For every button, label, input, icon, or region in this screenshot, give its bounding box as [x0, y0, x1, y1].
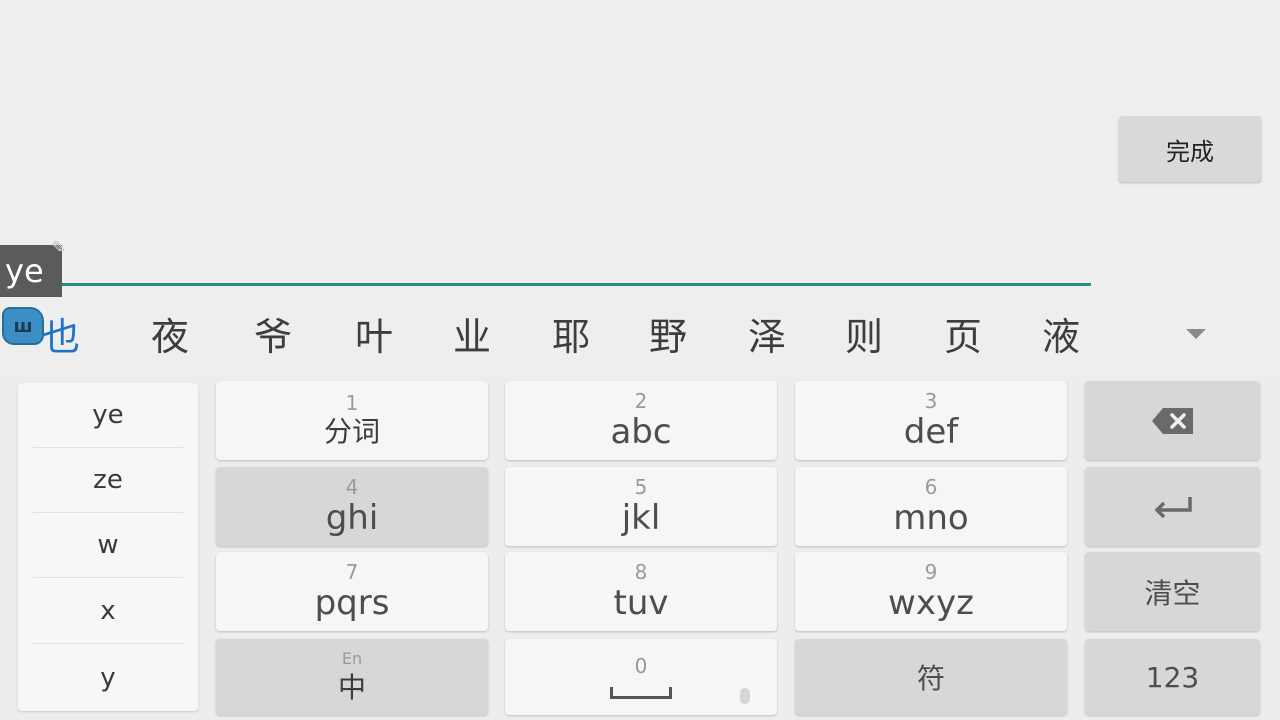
- space-bar-icon: [610, 687, 672, 699]
- key-number: 3: [924, 388, 938, 413]
- ime-logo-icon[interactable]: ш: [2, 307, 44, 345]
- pencil-icon[interactable]: ✎: [52, 240, 68, 256]
- key-7-pqrs[interactable]: 7 pqrs: [216, 552, 488, 631]
- key-sub-label: En: [341, 649, 363, 668]
- pinyin-list: ye ze w x y: [18, 383, 198, 711]
- key-4-ghi[interactable]: 4 ghi: [216, 467, 488, 546]
- key-number: 2: [634, 388, 648, 413]
- ime-logo-glyph: ш: [13, 315, 33, 337]
- candidate-item[interactable]: 夜: [140, 312, 200, 362]
- key-number: 0: [634, 654, 648, 678]
- done-button-label: 完成: [1166, 137, 1214, 166]
- candidate-item[interactable]: 液: [1031, 312, 1091, 362]
- key-number: 8: [634, 559, 648, 584]
- key-label: tuv: [613, 582, 669, 623]
- key-label: jkl: [621, 497, 661, 538]
- enter-icon: [1152, 494, 1194, 520]
- key-label: 分词: [323, 414, 380, 448]
- text-field-underline: [62, 283, 1091, 286]
- key-8-tuv[interactable]: 8 tuv: [505, 552, 777, 631]
- text-input-area[interactable]: [0, 0, 1280, 300]
- key-label: 清空: [1144, 576, 1201, 610]
- backspace-icon: [1151, 406, 1195, 436]
- symbols-button[interactable]: 符: [795, 639, 1067, 715]
- candidate-item[interactable]: 叶: [344, 312, 404, 362]
- key-label: mno: [893, 497, 969, 538]
- candidate-item[interactable]: 泽: [737, 312, 797, 362]
- space-key[interactable]: 0: [505, 639, 777, 715]
- backspace-button[interactable]: [1085, 381, 1260, 460]
- candidate-item[interactable]: 则: [834, 312, 894, 362]
- key-label: pqrs: [314, 582, 390, 623]
- numeric-keyboard-button[interactable]: 123: [1085, 639, 1260, 715]
- key-number: 5: [634, 474, 648, 499]
- key-label: def: [903, 411, 959, 452]
- key-label: 符: [916, 662, 945, 695]
- pinyin-option[interactable]: y: [33, 645, 183, 710]
- key-number: 7: [345, 559, 359, 584]
- key-5-jkl[interactable]: 5 jkl: [505, 467, 777, 546]
- composing-text-value: ye: [5, 252, 44, 290]
- key-9-wxyz[interactable]: 9 wxyz: [795, 552, 1067, 631]
- pinyin-option[interactable]: w: [33, 513, 183, 578]
- key-label: 中: [337, 671, 366, 704]
- candidate-item[interactable]: 野: [638, 312, 698, 362]
- done-button[interactable]: 完成: [1119, 116, 1261, 182]
- candidate-item[interactable]: 耶: [541, 312, 601, 362]
- chevron-down-icon[interactable]: [1186, 329, 1206, 339]
- enter-button[interactable]: [1085, 467, 1260, 546]
- candidate-item[interactable]: 页: [933, 312, 993, 362]
- candidate-item[interactable]: 爷: [243, 312, 303, 362]
- language-switch-button[interactable]: En 中: [216, 639, 488, 715]
- key-number: 9: [924, 559, 938, 584]
- key-number: 1: [345, 390, 359, 415]
- key-label: 123: [1145, 660, 1200, 694]
- key-1-segment[interactable]: 1 分词: [216, 381, 488, 460]
- key-2-abc[interactable]: 2 abc: [505, 381, 777, 460]
- pinyin-option[interactable]: ze: [33, 448, 183, 513]
- candidate-item[interactable]: 业: [442, 312, 502, 362]
- key-label: abc: [610, 411, 672, 452]
- key-6-mno[interactable]: 6 mno: [795, 467, 1067, 546]
- key-3-def[interactable]: 3 def: [795, 381, 1067, 460]
- clear-button[interactable]: 清空: [1085, 552, 1260, 631]
- key-number: 4: [345, 474, 359, 499]
- key-label: ghi: [325, 497, 379, 538]
- mic-icon: [740, 688, 750, 704]
- key-number: 6: [924, 474, 938, 499]
- pinyin-option[interactable]: x: [33, 579, 183, 644]
- pinyin-option[interactable]: ye: [33, 383, 183, 448]
- key-label: wxyz: [888, 582, 974, 623]
